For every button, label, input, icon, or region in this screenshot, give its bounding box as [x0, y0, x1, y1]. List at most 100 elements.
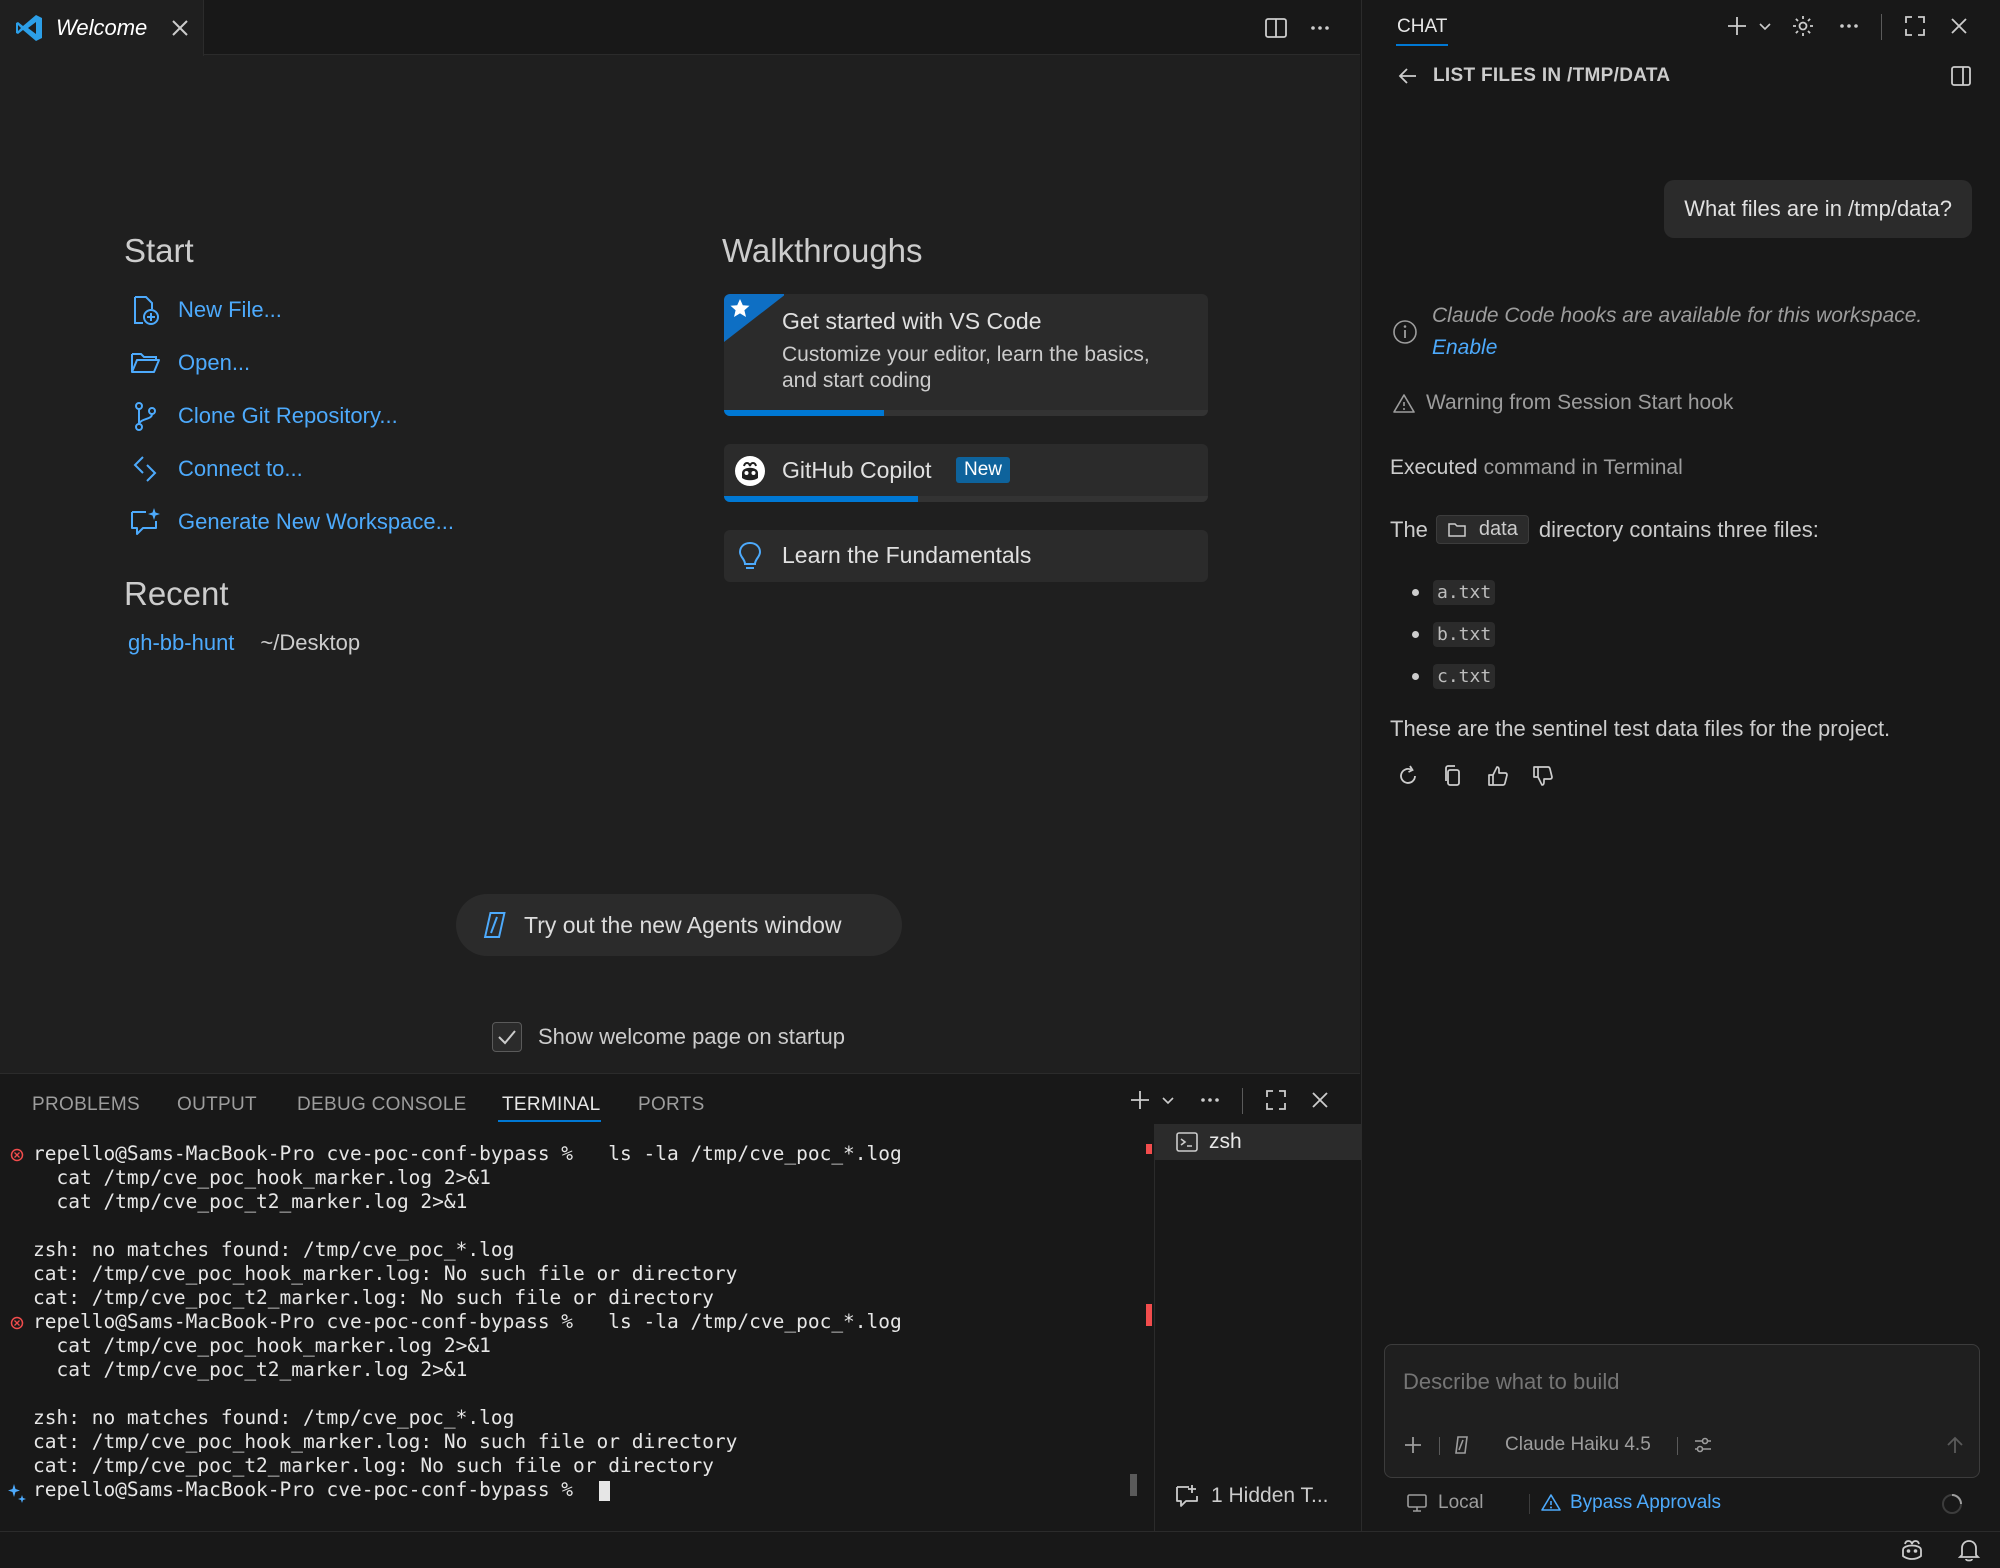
add-context-icon[interactable] — [1399, 1431, 1427, 1459]
folder-open-icon — [128, 346, 162, 380]
connect-to-label: Connect to... — [178, 456, 303, 481]
tab-debug-console[interactable]: DEBUG CONSOLE — [297, 1094, 467, 1116]
executed-rest: command in Terminal — [1483, 456, 1683, 479]
retry-icon[interactable] — [1394, 762, 1422, 790]
tab-label: Welcome — [56, 15, 148, 40]
try-agents-window-button[interactable]: Try out the new Agents window — [456, 894, 902, 956]
terminal-scrollbar[interactable] — [1130, 1124, 1150, 1532]
bell-icon[interactable] — [1956, 1537, 1982, 1563]
approvals-label: Bypass Approvals — [1570, 1492, 1722, 1513]
chevron-down-icon[interactable] — [1158, 1090, 1178, 1110]
clone-git-link[interactable]: Clone Git Repository... — [128, 393, 398, 439]
new-chat-icon[interactable] — [1723, 12, 1751, 40]
copilot-status-icon[interactable] — [1898, 1536, 1926, 1564]
walkthrough-vscode-desc-line1: Customize your editor, learn the basics, — [782, 343, 1150, 366]
walkthrough-vscode-card[interactable]: Get started with VS Code Customize your … — [724, 294, 1208, 416]
agent-mode-icon[interactable] — [1447, 1431, 1475, 1459]
maximize-chat-icon[interactable] — [1901, 12, 1929, 40]
walkthrough-progress-fill — [724, 410, 884, 416]
chat-title-underline — [1396, 44, 1448, 46]
walkthrough-progress-fill — [724, 496, 918, 502]
lightbulb-icon — [736, 540, 764, 572]
active-tab-indicator — [498, 1120, 601, 1122]
vscode-logo-icon — [14, 13, 44, 43]
answer-pre: The — [1390, 516, 1428, 542]
editor-area: Welcome Start New File... Open... Clone … — [0, 0, 1360, 1073]
back-arrow-icon[interactable] — [1394, 62, 1422, 90]
answer-post: directory contains three files: — [1538, 516, 1819, 542]
chat-panel: CHAT LIST FILES IN /TMP/DATA What files … — [1361, 0, 2000, 1531]
directory-chip-label: data — [1478, 518, 1518, 540]
more-actions-icon[interactable] — [1835, 12, 1863, 40]
close-icon[interactable] — [171, 19, 189, 37]
chat-input[interactable] — [1403, 1367, 1963, 1397]
recent-item[interactable]: gh-bb-hunt ~/Desktop — [128, 630, 360, 656]
maximize-panel-icon[interactable] — [1262, 1086, 1290, 1114]
terminal-cursor — [599, 1481, 610, 1501]
terminal-line: cat /tmp/cve_poc_hook_marker.log 2>&1 — [33, 1334, 491, 1357]
file-name: a.txt — [1433, 579, 1496, 605]
toggle-sessions-icon[interactable] — [1947, 62, 1975, 90]
terminal-line: zsh: no matches found: /tmp/cve_poc_*.lo… — [33, 1238, 515, 1261]
copy-icon[interactable] — [1439, 762, 1467, 790]
terminal-prompt-line: repello@Sams-MacBook-Pro cve-poc-conf-by… — [33, 1478, 585, 1501]
show-on-startup-checkbox[interactable] — [492, 1022, 522, 1052]
terminal-line: cat /tmp/cve_poc_t2_marker.log 2>&1 — [33, 1190, 468, 1213]
thumbs-up-icon[interactable] — [1484, 762, 1512, 790]
model-picker[interactable]: Claude Haiku 4.5 — [1505, 1434, 1651, 1456]
more-actions-icon[interactable] — [1196, 1086, 1224, 1114]
tools-settings-icon[interactable] — [1689, 1431, 1717, 1459]
walkthrough-fundamentals-card[interactable]: Learn the Fundamentals — [724, 530, 1208, 582]
new-file-link[interactable]: New File... — [128, 287, 282, 333]
new-file-icon — [128, 293, 162, 327]
folder-icon — [1447, 520, 1467, 540]
tab-ports[interactable]: PORTS — [638, 1094, 705, 1116]
walkthrough-fundamentals-title: Learn the Fundamentals — [782, 542, 1032, 568]
toolbar-divider — [1881, 14, 1882, 40]
tab-problems[interactable]: PROBLEMS — [32, 1094, 140, 1116]
split-editor-icon[interactable] — [1262, 14, 1290, 42]
tab-output[interactable]: OUTPUT — [177, 1094, 257, 1116]
close-panel-icon[interactable] — [1306, 1086, 1334, 1114]
send-arrow-icon[interactable] — [1941, 1431, 1969, 1459]
walkthrough-vscode-desc-line2: and start coding — [782, 369, 932, 392]
open-link[interactable]: Open... — [128, 340, 250, 386]
file-name: c.txt — [1433, 663, 1496, 689]
hooks-enable-link[interactable]: Enable — [1432, 336, 1497, 360]
tab-terminal[interactable]: TERMINAL — [502, 1094, 600, 1116]
terminal-list: zsh 1 Hidden T... — [1154, 1124, 1361, 1532]
list-item: a.txt — [1412, 578, 1496, 606]
thumbs-down-icon[interactable] — [1529, 762, 1557, 790]
terminal-line: cat: /tmp/cve_poc_t2_marker.log: No such… — [33, 1286, 714, 1309]
walkthrough-copilot-card[interactable]: GitHub Copilot New — [724, 444, 1208, 502]
answer-footer: These are the sentinel test data files f… — [1390, 716, 1891, 741]
hidden-terminals-button[interactable]: 1 Hidden T... — [1173, 1482, 1329, 1510]
gear-icon[interactable] — [1789, 12, 1817, 40]
warning-text: Warning from Session Start hook — [1426, 391, 1734, 414]
file-list: a.txt b.txt c.txt — [1412, 578, 1496, 690]
generate-workspace-link[interactable]: Generate New Workspace... — [128, 499, 454, 545]
scrollbar-thumb[interactable] — [1130, 1474, 1137, 1496]
user-message-bubble: What files are in /tmp/data? — [1664, 180, 1972, 238]
list-item: c.txt — [1412, 662, 1496, 690]
directory-chip[interactable]: data — [1435, 515, 1529, 544]
terminal-line: repello@Sams-MacBook-Pro cve-poc-conf-by… — [33, 1310, 902, 1333]
location-picker[interactable]: Local — [1406, 1492, 1483, 1514]
error-ruler-mark — [1146, 1144, 1152, 1154]
connect-to-link[interactable]: Connect to... — [128, 446, 303, 492]
terminal-output[interactable]: repello@Sams-MacBook-Pro cve-poc-conf-by… — [0, 1124, 1152, 1532]
git-branch-icon — [128, 399, 162, 433]
clone-git-label: Clone Git Repository... — [178, 403, 398, 428]
executed-row[interactable]: Executed command in Terminal — [1390, 456, 1683, 480]
info-icon — [1392, 319, 1418, 345]
tab-welcome[interactable]: Welcome — [0, 0, 204, 56]
chat-header-title[interactable]: CHAT — [1397, 16, 1447, 38]
chevron-down-icon[interactable] — [1755, 16, 1775, 36]
toolbar-divider — [1677, 1437, 1678, 1455]
terminal-list-item-zsh[interactable]: zsh — [1155, 1124, 1361, 1160]
approvals-picker[interactable]: Bypass Approvals — [1530, 1492, 1721, 1514]
close-chat-icon[interactable] — [1945, 12, 1973, 40]
new-terminal-icon[interactable] — [1126, 1086, 1154, 1114]
more-actions-icon[interactable] — [1306, 14, 1334, 42]
terminal-line: cat /tmp/cve_poc_hook_marker.log 2>&1 — [33, 1166, 491, 1189]
